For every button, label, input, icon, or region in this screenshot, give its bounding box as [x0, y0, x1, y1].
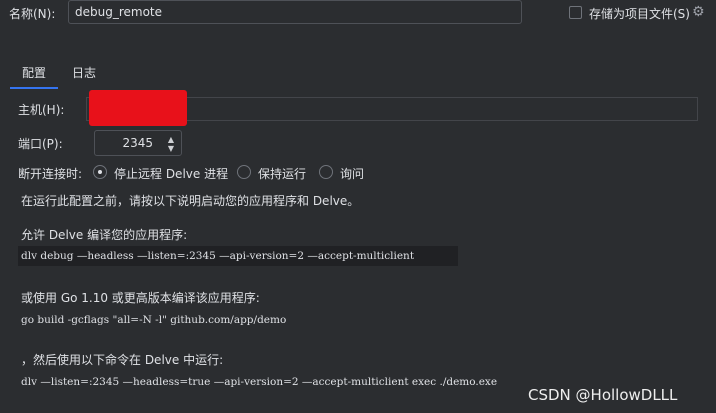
- on-disconnect-label: 断开连接时:: [18, 167, 83, 181]
- step3-command: dlv —listen=:2345 —headless=true —api-ve…: [21, 376, 498, 388]
- redaction-mark: [89, 90, 187, 126]
- radio-stop-delve-label[interactable]: 停止远程 Delve 进程: [114, 165, 228, 182]
- step2-text: 或使用 Go 1.10 或更高版本编译该应用程序:: [21, 291, 260, 305]
- gear-icon[interactable]: ⚙: [692, 5, 705, 19]
- name-input[interactable]: [68, 0, 522, 24]
- step1-command: dlv debug —headless —listen=:2345 —api-v…: [21, 250, 415, 262]
- radio-keep-running[interactable]: [237, 165, 251, 179]
- watermark: CSDN @HollowDLLL: [528, 386, 678, 404]
- radio-keep-running-label[interactable]: 保持运行: [258, 165, 306, 182]
- radio-stop-delve[interactable]: [93, 165, 107, 179]
- port-label: 端口(P):: [18, 137, 63, 151]
- step3-text: ，然后使用以下命令在 Delve 中运行:: [21, 353, 224, 367]
- spinner-arrows-icon[interactable]: ▲ ▼: [165, 135, 177, 153]
- tab-logs[interactable]: 日志: [72, 64, 96, 81]
- step1-text: 允许 Delve 编译您的应用程序:: [21, 228, 188, 242]
- port-value: 2345: [122, 136, 153, 150]
- host-label: 主机(H):: [18, 103, 65, 117]
- radio-ask-label[interactable]: 询问: [340, 165, 364, 182]
- store-as-project-file-checkbox[interactable]: [569, 6, 582, 19]
- instructions-intro: 在运行此配置之前，请按以下说明启动您的应用程序和 Delve。: [21, 194, 360, 208]
- tab-config[interactable]: 配置: [22, 64, 46, 81]
- step2-command: go build -gcflags "all=-N -l" github.com…: [21, 314, 287, 326]
- radio-ask[interactable]: [319, 165, 333, 179]
- store-as-project-file-label[interactable]: 存储为项目文件(S): [589, 5, 690, 22]
- name-label: 名称(N):: [9, 7, 56, 21]
